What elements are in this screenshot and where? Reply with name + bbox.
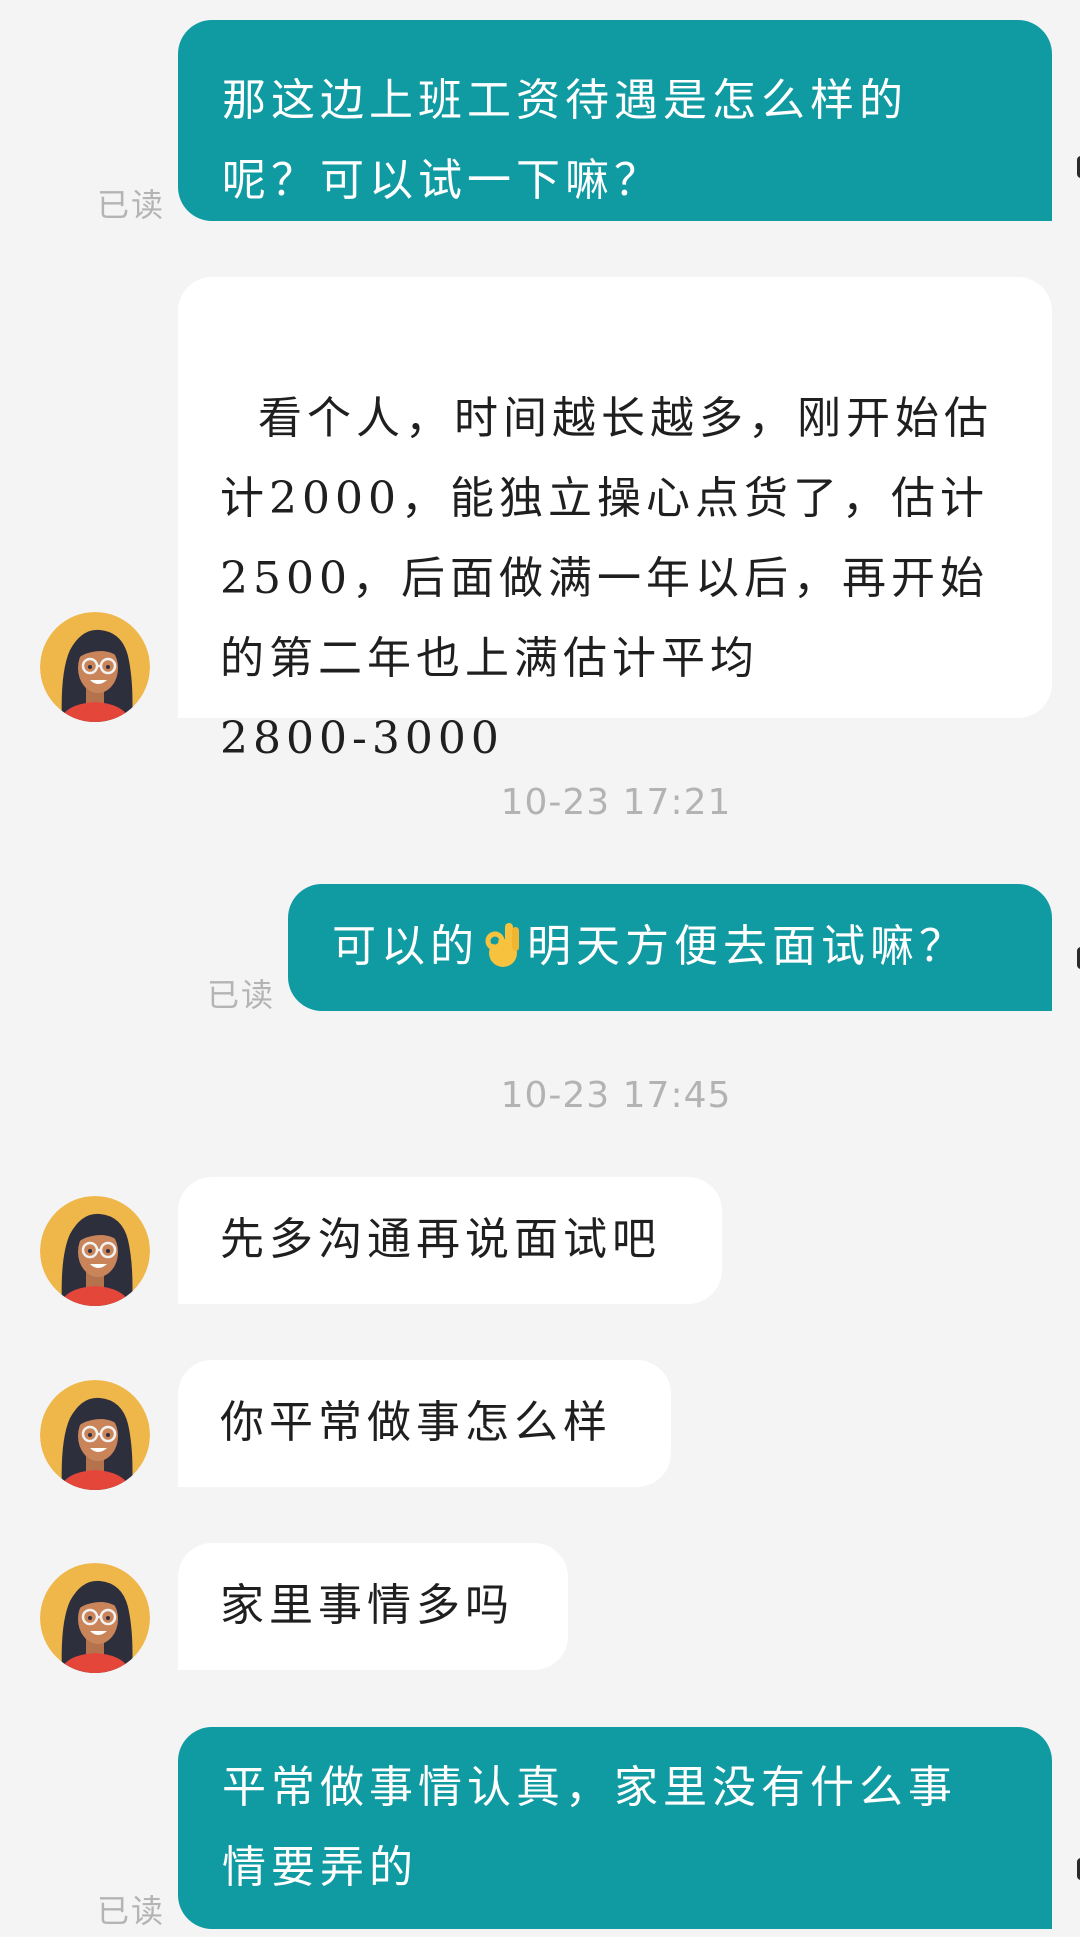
message-text: 你平常做事怎么样: [220, 1397, 612, 1448]
timestamp: 10-23 17:45: [500, 1075, 732, 1116]
message-bubble-sent[interactable]: 那这边上班工资待遇是怎么样的呢？可以试一下嘛？: [178, 20, 1052, 221]
message-bubble-sent[interactable]: 平常做事情认真，家里没有什么事情要弄的: [178, 1727, 1052, 1929]
message-bubble-sent[interactable]: 可以的 明天方便去面试嘛？: [288, 884, 1052, 1011]
message-text: 看个人，时间越长越多，刚开始估计2000，能独立操心点货了，估计2500，后面做…: [220, 393, 993, 764]
avatar[interactable]: [40, 612, 150, 722]
avatar-woman-icon: [40, 1196, 150, 1306]
message-bubble-received[interactable]: 先多沟通再说面试吧: [178, 1177, 722, 1304]
message-text: 家里事情多吗: [220, 1580, 514, 1631]
message-text: 明天方便去面试嘛？: [527, 921, 968, 972]
read-status: 已读: [97, 1892, 166, 1930]
avatar[interactable]: [40, 1196, 150, 1306]
avatar[interactable]: [40, 1380, 150, 1490]
ok-hand-emoji-icon: [485, 923, 519, 967]
message-bubble-received[interactable]: 家里事情多吗: [178, 1543, 568, 1670]
message-text: 先多沟通再说面试吧: [220, 1214, 661, 1265]
message-bubble-received[interactable]: 你平常做事怎么样: [178, 1360, 671, 1487]
message-text: 那这边上班工资待遇是怎么样的呢？可以试一下嘛？: [222, 75, 908, 206]
timestamp: 10-23 17:21: [500, 782, 732, 823]
avatar-woman-icon: [40, 1563, 150, 1673]
read-status: 已读: [207, 976, 276, 1014]
avatar[interactable]: [40, 1563, 150, 1673]
message-text: 平常做事情认真，家里没有什么事情要弄的: [222, 1762, 957, 1893]
avatar-woman-icon: [40, 1380, 150, 1490]
message-bubble-received[interactable]: 看个人，时间越长越多，刚开始估计2000，能独立操心点货了，估计2500，后面做…: [178, 277, 1052, 764]
read-status: 已读: [97, 186, 166, 224]
avatar-woman-icon: [40, 612, 150, 722]
message-text: 可以的: [332, 921, 479, 972]
